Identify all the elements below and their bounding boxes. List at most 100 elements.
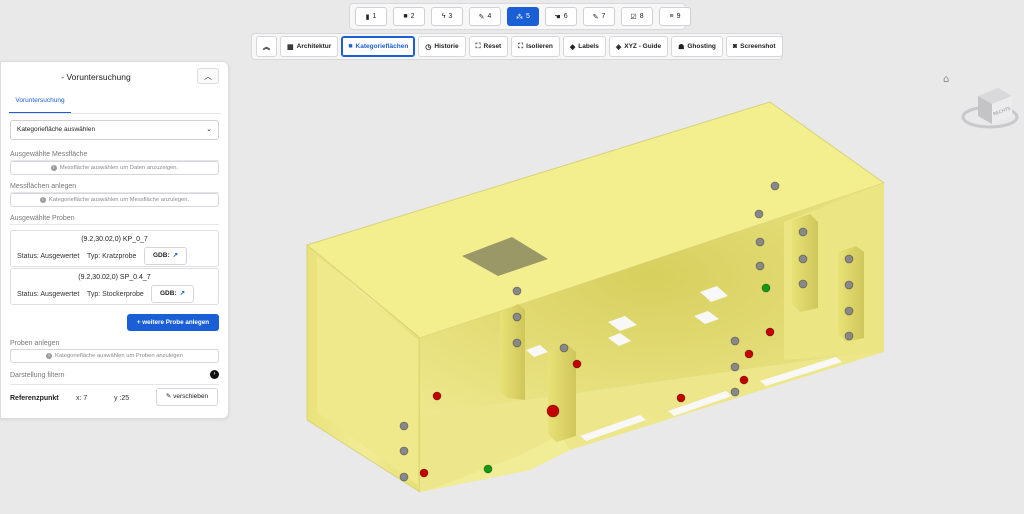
expand-icon: ⛶ (475, 42, 481, 50)
collapse-panel-button[interactable]: ︿ (197, 68, 219, 84)
building-model[interactable] (305, 101, 886, 493)
pen-icon: ✎ (478, 13, 485, 21)
step-3-button[interactable]: ϟ3 (431, 7, 463, 26)
gray-sample-marker[interactable] (798, 227, 808, 237)
red-sample-marker[interactable] (744, 349, 754, 359)
red-sample-marker[interactable] (765, 327, 775, 337)
gdb-label: GDB: (153, 252, 170, 259)
ghost-icon: ☗ (678, 43, 685, 51)
tab-divider (9, 113, 221, 114)
probe-card[interactable]: (9.2,30.02,0) SP_0.4_7 Status: Ausgewert… (10, 268, 219, 305)
gray-sample-marker[interactable] (755, 261, 765, 271)
red-sample-marker[interactable] (419, 468, 429, 478)
gray-sample-marker[interactable] (844, 280, 854, 290)
xyz-guide-button[interactable]: ◈ XYZ - Guide (608, 36, 669, 57)
step-1-button[interactable]: ▮ 1 (355, 7, 387, 26)
tags-icon: ◆ (569, 43, 576, 51)
darstellung-filtern-toggle[interactable]: Darstellung filtern (10, 372, 64, 379)
gray-sample-marker[interactable] (512, 312, 522, 322)
isolieren-button[interactable]: ⛶ Isolieren (511, 36, 560, 57)
chevron-right-icon[interactable]: › (210, 370, 219, 379)
kategorieflaeche-select[interactable]: Kategoriefläche auswählen ⌄ (10, 120, 219, 140)
gray-sample-marker[interactable] (730, 362, 740, 372)
red-sample-marker[interactable] (572, 359, 582, 369)
home-icon[interactable]: ⌂ (943, 74, 949, 85)
proben-anlegen-info: i Kategoriefläche auswählen um Proben anz… (10, 349, 219, 363)
screenshot-button[interactable]: ◙ Screenshot (725, 36, 783, 57)
gdb-link-button[interactable]: GDB: ↗ (144, 247, 188, 265)
step-7-button[interactable]: ✎ 7 (583, 7, 615, 26)
verschieben-button[interactable]: ✎ verschieben (156, 388, 218, 406)
red-sample-marker[interactable] (432, 391, 442, 401)
xyz-guide-label: XYZ - Guide (624, 43, 662, 50)
step-2-button[interactable]: ■ 2 (393, 7, 425, 26)
gray-sample-marker[interactable] (844, 254, 854, 264)
gray-sample-marker[interactable] (730, 336, 740, 346)
section-messflaechen-anlegen: Messflächen anlegen (10, 183, 77, 190)
labels-button[interactable]: ◆ Labels (562, 36, 606, 57)
step-4-button[interactable]: ✎ 4 (469, 7, 501, 26)
gray-sample-marker[interactable] (844, 331, 854, 341)
gray-sample-marker[interactable] (559, 343, 569, 353)
gray-sample-marker[interactable] (399, 421, 409, 431)
step-bar: ▮ 1 ■ 2 ϟ3 ✎ 4 ⁂ 5 ☚ 6 ✎ 7 ☑ 8 ≡ 9 (349, 3, 691, 30)
gdb-link-button[interactable]: GDB: ↗ (151, 285, 195, 303)
viewer-toolbar: ︽ ▦ Architektur ■ Kategorieflächen ◷ Histor… (251, 33, 783, 60)
probe-status: Status: Ausgewertet (17, 253, 80, 260)
info-icon: i (46, 353, 53, 359)
step-8-button[interactable]: ☑ 8 (621, 7, 653, 26)
red-sample-marker[interactable] (546, 404, 560, 418)
gray-sample-marker[interactable] (798, 279, 808, 289)
gray-sample-marker[interactable] (798, 254, 808, 264)
gray-sample-marker[interactable] (754, 209, 764, 219)
collapse-toolbar-button[interactable]: ︽ (256, 36, 277, 57)
isolate-icon: ⛶ (518, 42, 524, 50)
kategorieflaechen-button[interactable]: ■ Kategorieflächen (341, 36, 416, 57)
architektur-button[interactable]: ▦ Architektur (280, 36, 339, 57)
step-6-button[interactable]: ☚ 6 (545, 7, 577, 26)
gray-sample-marker[interactable] (770, 181, 780, 191)
anlegen-info: i Kategoriefläche auswählen um Messfläche… (10, 193, 219, 207)
gray-sample-marker[interactable] (399, 446, 409, 456)
gray-sample-marker[interactable] (844, 306, 854, 316)
verschieben-label: verschieben (173, 393, 209, 400)
select-value: Kategoriefläche auswählen (17, 126, 96, 133)
gray-sample-marker[interactable] (755, 237, 765, 247)
ghosting-button[interactable]: ☗ Ghosting (671, 36, 723, 57)
cube-icon: ◈ (615, 43, 622, 51)
green-sample-marker[interactable] (483, 464, 493, 474)
reset-button[interactable]: ⛶ Reset (468, 36, 509, 57)
bookmark-icon: ▮ (365, 13, 370, 21)
section-proben: Ausgewählte Proben (10, 215, 75, 222)
gray-sample-marker[interactable] (399, 472, 409, 482)
chevron-down-icon: ⌄ (206, 126, 212, 133)
bolt-icon: ϟ (441, 13, 446, 20)
red-sample-marker[interactable] (676, 393, 686, 403)
red-sample-marker[interactable] (739, 375, 749, 385)
info-text: Messfläche auswählen um Daten anzuzeigen… (59, 165, 179, 171)
divider (10, 224, 219, 225)
probe-card[interactable]: (9.2,30.02,0) KP_0_7 Status: Ausgewertet… (10, 230, 219, 267)
green-sample-marker[interactable] (761, 283, 771, 293)
tab-voruntersuchung[interactable]: Voruntersuchung (9, 94, 71, 114)
step-5-button[interactable]: ⁂ 5 (507, 7, 539, 26)
historie-button[interactable]: ◷ Historie (418, 36, 466, 57)
gray-sample-marker[interactable] (512, 338, 522, 348)
step-label: 2 (410, 13, 415, 20)
add-probe-button[interactable]: + weitere Probe anlegen (127, 314, 219, 331)
gray-sample-marker[interactable] (730, 387, 740, 397)
column (548, 345, 576, 442)
square-icon: ■ (348, 43, 353, 50)
section-proben-anlegen: Proben anlegen (10, 340, 60, 347)
step-label: 4 (487, 13, 492, 20)
step-9-button[interactable]: ≡ 9 (659, 7, 691, 26)
probe-typ: Typ: Kratzprobe (87, 253, 137, 260)
probe-title: (9.2,30.02,0) KP_0_7 (81, 236, 148, 243)
external-link-icon: ↗ (172, 252, 179, 259)
viewcube[interactable]: RECHTS (961, 88, 1019, 129)
referenzpunkt-label: Referenzpunkt (10, 395, 59, 402)
gray-sample-marker[interactable] (512, 286, 522, 296)
voruntersuchung-panel: - Voruntersuchung ︿ Voruntersuchung Kate… (0, 61, 229, 419)
step-label: 5 (526, 13, 530, 20)
building-icon: ▦ (287, 43, 294, 51)
